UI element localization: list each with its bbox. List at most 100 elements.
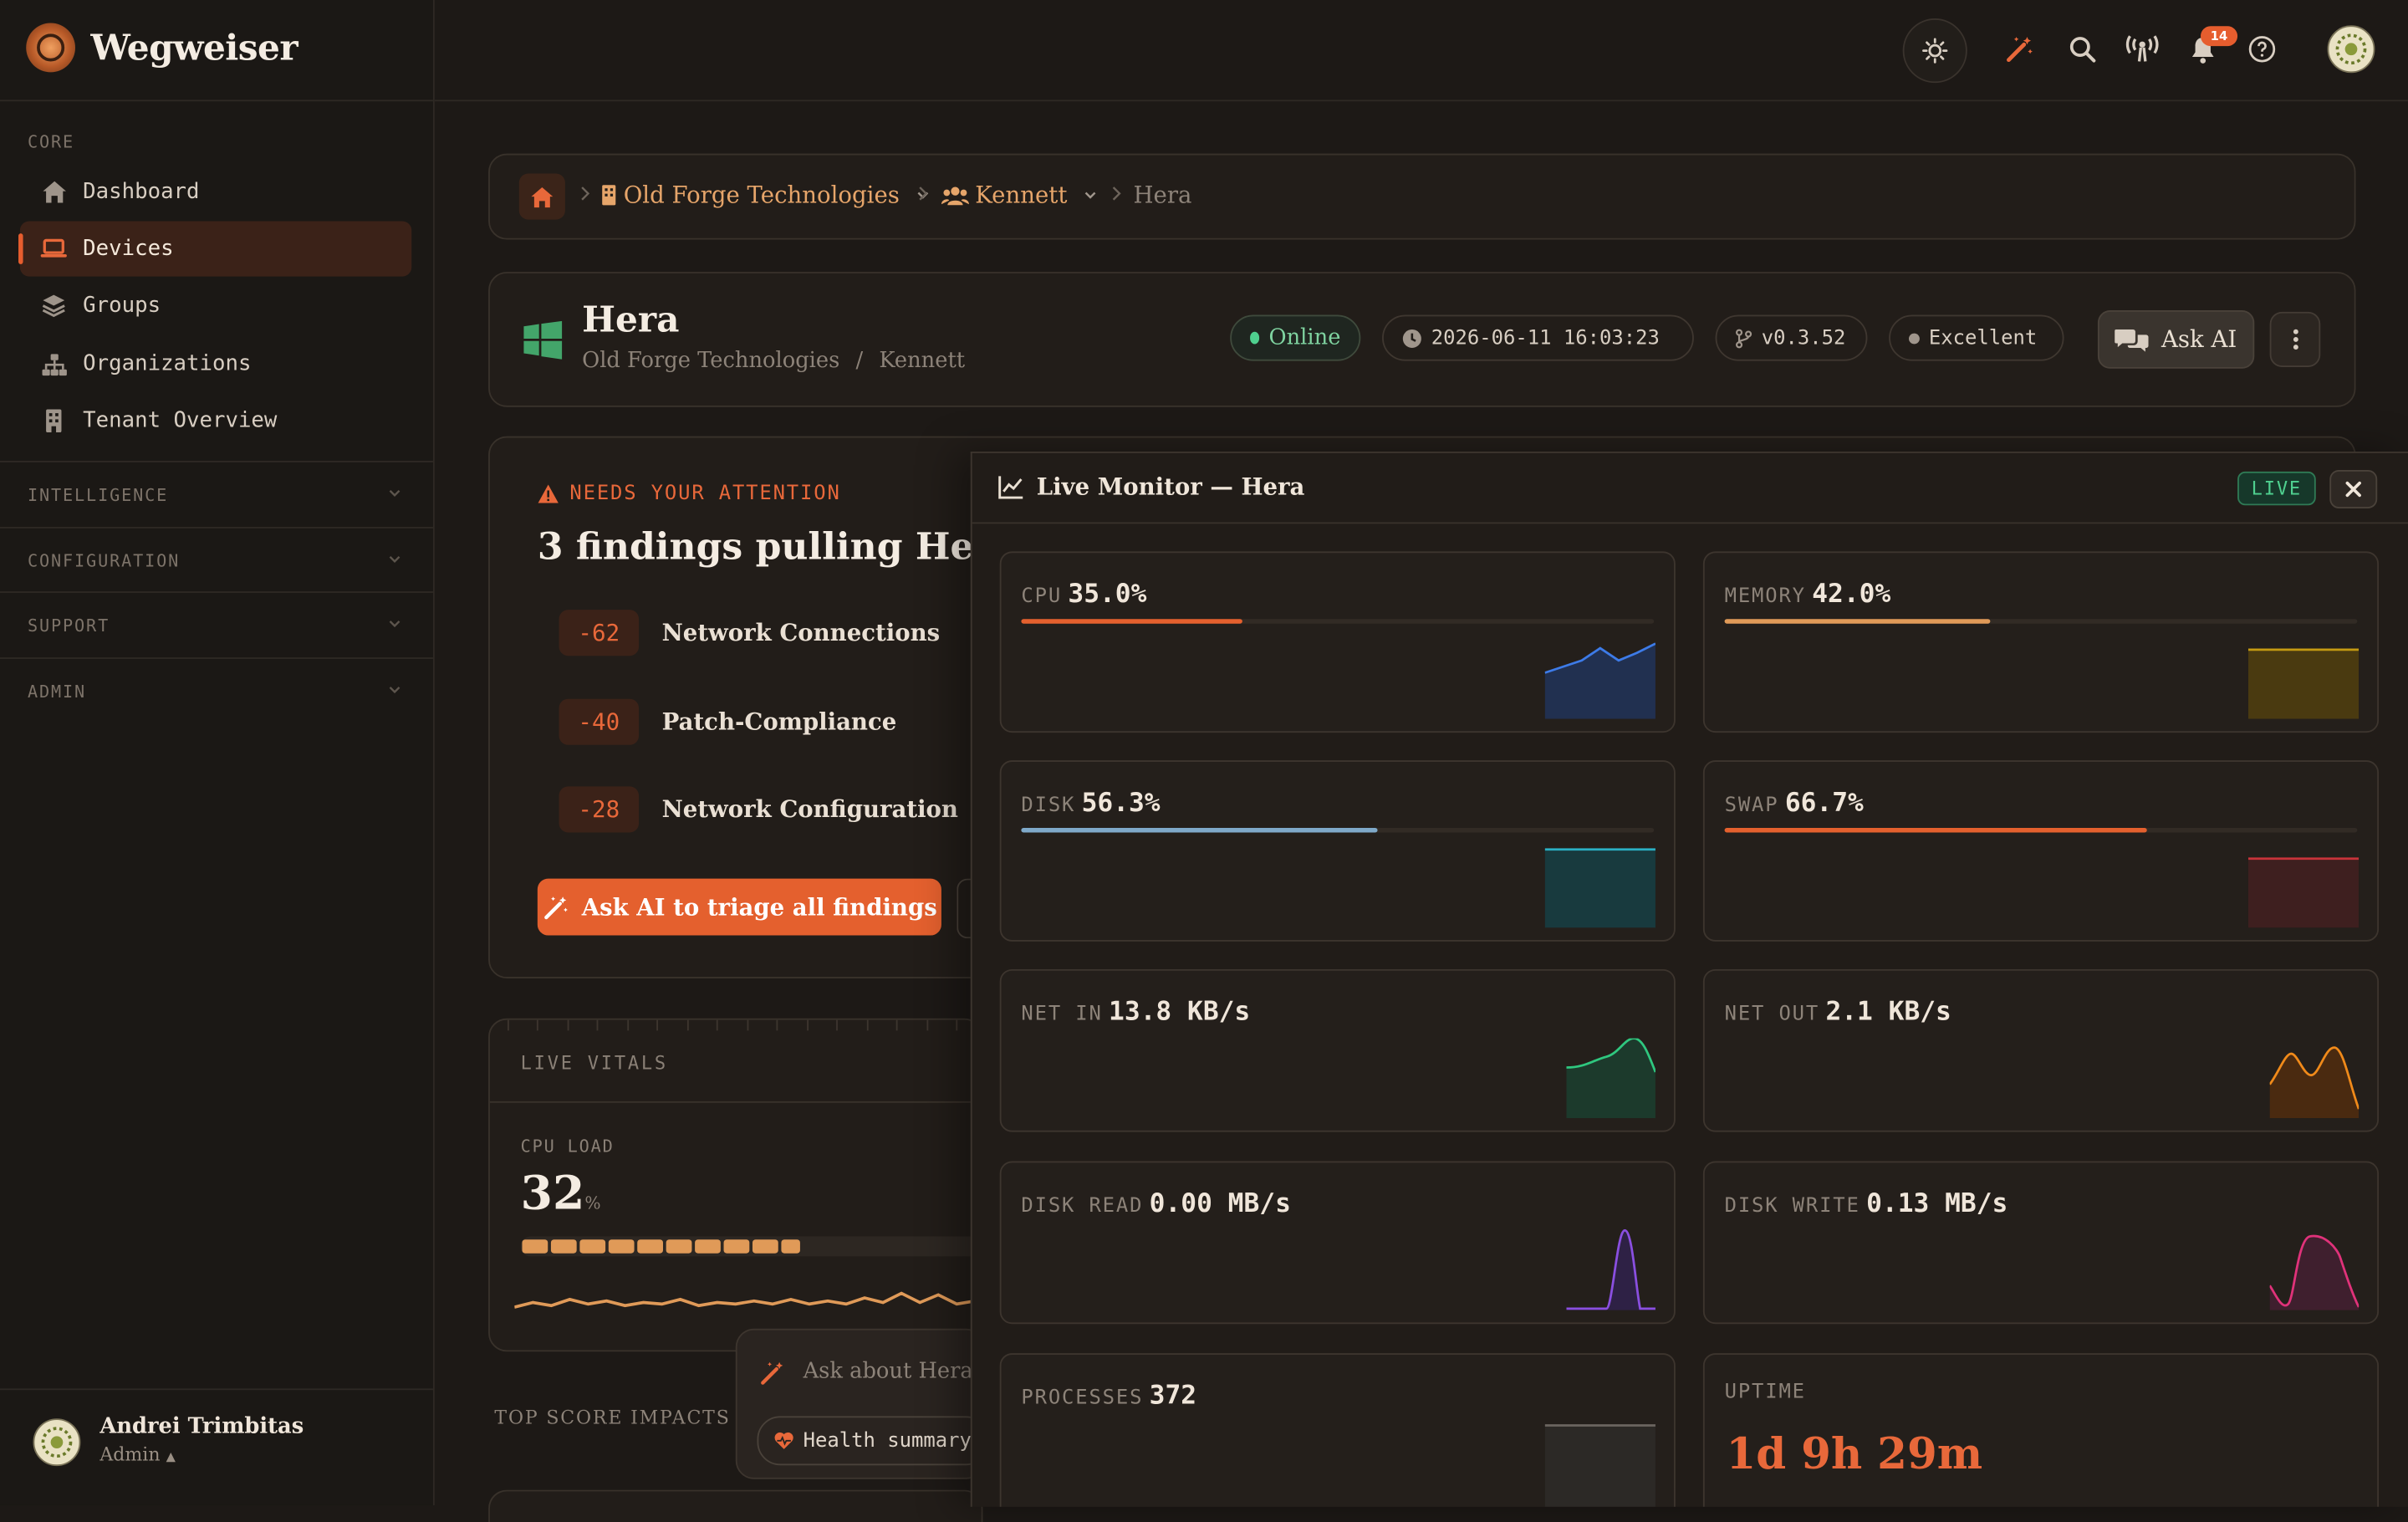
- device-subtitle-separator: /: [855, 348, 864, 374]
- metric-swap: SWAP 66.7%: [1702, 760, 2380, 942]
- chevron-right-icon: [1110, 186, 1123, 201]
- ask-ai-popup: Ask about Hera... Health summary: [735, 1328, 993, 1479]
- status-dot-icon: [1250, 331, 1260, 345]
- avatar: [33, 1417, 82, 1467]
- search-button[interactable]: [2052, 18, 2113, 79]
- metric-label: CPU 35.0%: [1021, 579, 1146, 610]
- sidebar-item-label: Devices: [83, 236, 174, 262]
- magic-wand-icon: [2004, 33, 2035, 64]
- cpu-load-segment: [723, 1239, 750, 1254]
- close-button[interactable]: [2329, 470, 2378, 508]
- ask-ai-button[interactable]: Ask AI: [2097, 310, 2255, 369]
- finding-score: -40: [559, 698, 640, 745]
- windows-icon: [523, 320, 563, 360]
- metric-label: DISK 56.3%: [1021, 788, 1160, 819]
- chevron-down-icon: [387, 616, 402, 631]
- user-menu[interactable]: Andrei Trimbitas Admin ▲: [0, 1388, 433, 1505]
- device-org: Old Forge Technologies: [582, 348, 840, 374]
- sidebar-group-admin[interactable]: ADMIN: [0, 657, 433, 723]
- metric-value: 372: [1149, 1381, 1197, 1412]
- help-button[interactable]: [2232, 18, 2293, 79]
- breadcrumb-org-label: Old Forge Technologies: [623, 181, 900, 209]
- user-role-text: Admin: [99, 1443, 161, 1466]
- sidebar-group-configuration[interactable]: CONFIGURATION: [0, 526, 433, 593]
- sidebar-item-tenant-overview[interactable]: Tenant Overview: [20, 393, 411, 448]
- chevron-down-icon: [387, 551, 402, 566]
- metric-memory: MEMORY 42.0%: [1702, 551, 2380, 733]
- caret-up-icon: ▲: [166, 1449, 176, 1464]
- attention-label-text: NEEDS YOUR ATTENTION: [569, 482, 841, 506]
- triage-findings-button[interactable]: Ask AI to triage all findings: [537, 878, 941, 936]
- sidebar-group-label: SUPPORT: [28, 615, 110, 636]
- sidebar-divider: [0, 100, 433, 102]
- metric-sparkline: [1544, 1424, 1656, 1507]
- live-monitor-panel: Live Monitor — Hera LIVE CPU 35.0% MEMORY…: [970, 451, 2408, 1507]
- sidebar-item-organizations[interactable]: Organizations: [20, 336, 411, 391]
- kebab-menu-icon: [2292, 329, 2298, 350]
- user-avatar-button[interactable]: [2320, 18, 2381, 79]
- sun-icon: [1921, 37, 1949, 64]
- finding-item[interactable]: -40 Patch-Compliance: [559, 698, 896, 745]
- vitals-ruler: [508, 1019, 958, 1031]
- sidebar-item-groups[interactable]: Groups: [20, 278, 411, 333]
- attention-label: NEEDS YOUR ATTENTION: [538, 482, 841, 506]
- git-branch-icon: [1735, 328, 1752, 348]
- next-card-edge: [488, 1489, 983, 1522]
- breadcrumb-device: Hera: [1133, 181, 1191, 209]
- ask-about-device-input[interactable]: Ask about Hera...: [804, 1359, 994, 1383]
- sidebar-group-support[interactable]: SUPPORT: [0, 591, 433, 657]
- sidebar-group-label: INTELLIGENCE: [28, 485, 169, 506]
- sidebar-item-dashboard[interactable]: Dashboard: [20, 165, 411, 220]
- breadcrumb-org[interactable]: Old Forge Technologies: [600, 181, 930, 209]
- live-vitals-card: LIVE VITALS CPU LOAD 32%: [488, 1018, 983, 1352]
- metric-sparkline: [1544, 848, 1656, 928]
- metric-label: DISK READ 0.00 MB/s: [1021, 1189, 1290, 1220]
- health-summary-label: Health summary: [803, 1429, 972, 1453]
- metric-label-text: MEMORY: [1724, 585, 1806, 609]
- chevron-down-icon: [1083, 187, 1098, 202]
- metric-label-text: DISK WRITE: [1724, 1194, 1860, 1218]
- cpu-load-segment: [695, 1239, 721, 1254]
- metric-net-in: NET IN 13.8 KB/s: [999, 968, 1676, 1132]
- metric-value: 0.00 MB/s: [1149, 1188, 1291, 1220]
- magic-wand-icon: [758, 1359, 786, 1387]
- health-summary-chip[interactable]: Health summary: [757, 1416, 989, 1466]
- metric-sparkline: [2247, 648, 2360, 719]
- user-role: Admin ▲: [99, 1443, 176, 1465]
- metric-bar-track: [1724, 619, 2358, 624]
- breadcrumb-home-button[interactable]: [518, 173, 565, 220]
- cpu-load-segment: [579, 1239, 606, 1254]
- ai-assistant-button[interactable]: [1989, 18, 2050, 79]
- metric-bar-track: [1724, 827, 2358, 833]
- live-vitals-label: LIVE VITALS: [520, 1052, 668, 1074]
- finding-item[interactable]: -28 Network Configuration: [559, 786, 958, 833]
- sitemap-icon: [40, 350, 68, 378]
- connectivity-button[interactable]: [2111, 18, 2172, 79]
- chevron-down-icon: [387, 682, 402, 697]
- metric-sparkline: [2269, 1234, 2360, 1310]
- metric-bar-fill: [1724, 619, 1991, 624]
- cpu-load-segment: [752, 1239, 778, 1254]
- sidebar-item-devices[interactable]: Devices: [18, 221, 412, 277]
- finding-item[interactable]: -62 Network Connections: [559, 610, 940, 656]
- health-badge: Excellent: [1889, 314, 2064, 361]
- building-icon: [600, 184, 617, 206]
- sidebar-item-label: Tenant Overview: [83, 408, 278, 433]
- brand[interactable]: Wegweiser: [26, 23, 298, 73]
- breadcrumb-group[interactable]: Kennett: [941, 181, 1098, 209]
- home-icon: [40, 178, 68, 206]
- sidebar-section-core: CORE: [28, 131, 75, 152]
- avatar: [2327, 24, 2376, 74]
- version-badge: v0.3.52: [1715, 314, 1868, 361]
- more-options-button[interactable]: [2269, 311, 2321, 367]
- layers-icon: [40, 292, 68, 319]
- metric-value: 56.3%: [1081, 788, 1161, 819]
- finding-score: -28: [559, 786, 640, 833]
- metric-sparkline: [1566, 1038, 1656, 1119]
- device-header: Hera Old Forge Technologies / Kennett On…: [488, 272, 2356, 407]
- sidebar-group-intelligence[interactable]: INTELLIGENCE: [0, 461, 433, 527]
- version-text: v0.3.52: [1761, 326, 1846, 350]
- last-seen-text: 2026-06-11 16:03:23: [1431, 326, 1660, 350]
- brand-logo-icon: [26, 23, 75, 73]
- theme-toggle-button[interactable]: [1902, 18, 1967, 84]
